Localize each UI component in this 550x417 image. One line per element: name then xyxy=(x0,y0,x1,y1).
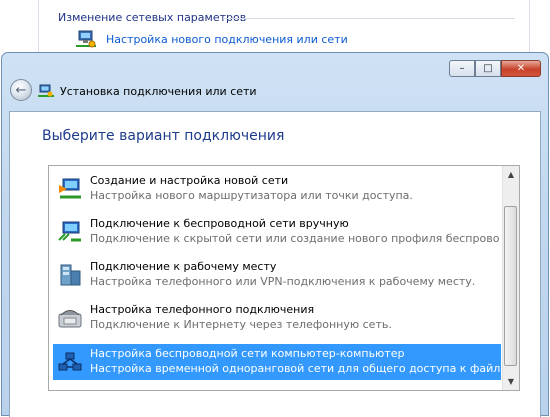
option-title: Подключение к рабочему месту xyxy=(90,260,277,273)
option-title: Настройка телефонного подключения xyxy=(90,303,315,316)
network-setup-icon xyxy=(75,29,97,49)
option-title: Настройка беспроводной сети компьютер-ко… xyxy=(90,347,405,360)
list-scrollbar[interactable]: ▲ ▼ xyxy=(502,166,519,390)
option-description: Подключение к Интернету через телефонную… xyxy=(90,318,392,331)
option-dialup[interactable]: Настройка телефонного подключения Подклю… xyxy=(53,300,501,336)
scroll-thumb[interactable] xyxy=(504,206,517,366)
option-description: Настройка нового маршрутизатора или точк… xyxy=(90,189,413,202)
new-network-icon xyxy=(57,177,83,201)
option-manual-wireless[interactable]: Подключение к беспроводной сети вручную … xyxy=(53,214,501,250)
option-title: Подключение к беспроводной сети вручную xyxy=(90,217,349,230)
workplace-icon xyxy=(57,263,83,287)
back-button[interactable]: ← xyxy=(10,79,32,101)
change-network-settings-heading: Изменение сетевых параметров xyxy=(58,11,247,24)
option-description: Подключение к скрытой сети или создание … xyxy=(90,232,500,245)
minimize-button[interactable]: – xyxy=(449,60,475,77)
option-description: Настройка телефонного или VPN-подключени… xyxy=(90,275,476,288)
connection-options-list[interactable]: Создание и настройка новой сети Настройк… xyxy=(48,165,520,391)
window-title: Установка подключения или сети xyxy=(60,85,257,98)
dialup-phone-icon xyxy=(57,306,83,330)
wireless-network-icon xyxy=(57,220,83,244)
page-title: Выберите вариант подключения xyxy=(42,128,285,144)
adhoc-network-icon xyxy=(57,350,83,374)
network-title-icon xyxy=(38,83,54,97)
option-adhoc-network[interactable]: Настройка беспроводной сети компьютер-ко… xyxy=(53,344,501,380)
option-description: Настройка временной одноранговой сети дл… xyxy=(90,362,500,375)
maximize-button[interactable]: □ xyxy=(475,60,501,77)
option-title: Создание и настройка новой сети xyxy=(90,174,289,187)
scroll-up-arrow[interactable]: ▲ xyxy=(503,166,519,183)
setup-new-connection-link[interactable]: Настройка нового подключения или сети xyxy=(106,33,348,46)
heading-divider xyxy=(223,18,515,19)
setup-connection-dialog: – □ ✕ ← Установка подключения или сети В… xyxy=(1,52,549,417)
option-create-new-network[interactable]: Создание и настройка новой сети Настройк… xyxy=(53,171,501,207)
back-arrow-icon: ← xyxy=(15,82,27,98)
scroll-down-arrow[interactable]: ▼ xyxy=(503,373,519,390)
window-controls: – □ ✕ xyxy=(449,60,541,77)
dialog-content: Выберите вариант подключения Создание и … xyxy=(9,111,541,417)
option-connect-workplace[interactable]: Подключение к рабочему месту Настройка т… xyxy=(53,257,501,293)
close-button[interactable]: ✕ xyxy=(501,60,541,77)
